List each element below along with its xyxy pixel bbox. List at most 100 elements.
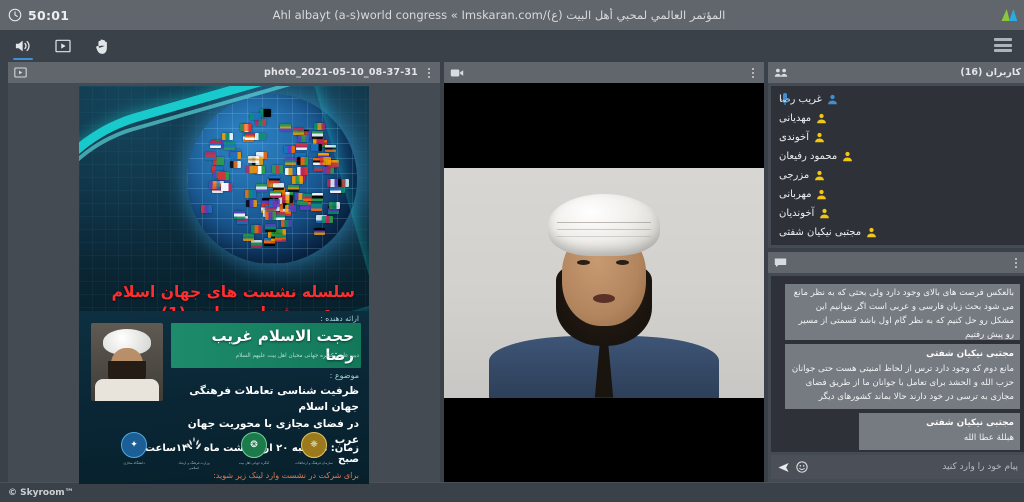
poster-bottom-band: ارائه دهنده : حجت الاسلام غریب رضا دبیر … — [79, 311, 369, 484]
logo-caption: کنگره جهانی اهل بیت — [233, 461, 275, 465]
hamburger-bar — [994, 38, 1012, 41]
speaker-turban — [548, 194, 660, 256]
screen-share-panel: photo_2021-05-10_08-37-31 س — [8, 62, 440, 482]
poster-join-line: برای شرکت در نشست وارد لینک زیر شوید: — [109, 471, 359, 480]
webcam-stream[interactable] — [444, 83, 764, 482]
speaker-eye-right — [616, 260, 629, 265]
share-video-toggle[interactable] — [50, 33, 76, 59]
list-item-label: آخوندی — [779, 132, 809, 143]
webcam-frame — [444, 168, 764, 398]
send-arrow-icon[interactable] — [777, 461, 790, 474]
poster-logo: ❂ کنگره جهانی اهل بیت — [233, 432, 275, 470]
microphone-toggle[interactable] — [10, 33, 36, 59]
screen-share-options-icon[interactable] — [424, 66, 434, 80]
users-panel-header: کاربران (16) — [768, 62, 1024, 83]
list-item-label: مهدیانی — [779, 113, 811, 124]
logo-caption: سازمان فرهنگ و ارتباطات — [293, 461, 335, 465]
poster-logo: وزارت فرهنگ و ارشاد اسلامی — [173, 432, 215, 470]
chat-message-body: بالعکس فرصت های بالای وجود دارد ولی بحثی… — [794, 288, 1014, 340]
video-panel — [444, 62, 764, 482]
user-attendee-icon — [814, 132, 825, 143]
shared-poster-image: سلسله نشست های جهان اسلام در عصر فضای مج… — [79, 86, 369, 484]
top-bar: 50:01 المؤتمر العالمي لمحبي أهل البيت (ع… — [0, 0, 1024, 30]
poster-presenter-subtitle: دبیر علمی کنگره جهانی محبان اهل بیت علیه… — [171, 353, 359, 359]
hamburger-bar — [994, 49, 1012, 52]
user-presenter-icon — [827, 94, 838, 105]
kebab-dot — [1015, 262, 1017, 264]
logo-caption: دانشگاه مجازی — [113, 461, 155, 465]
user-attendee-icon — [816, 113, 827, 124]
chat-message: بالعکس فرصت های بالای وجود دارد ولی بحثی… — [785, 284, 1020, 340]
users-list[interactable]: غریب رضا مهدیانی — [771, 86, 1024, 245]
kebab-dot — [752, 76, 754, 78]
user-attendee-icon — [866, 227, 877, 238]
list-item-label: مزرجی — [779, 170, 809, 181]
poster-presenter-banner: حجت الاسلام غریب رضا — [171, 323, 361, 368]
poster-presenter-portrait — [91, 323, 163, 401]
iran-emblem-icon — [183, 434, 205, 456]
emoji-smiley-icon[interactable] — [796, 461, 808, 473]
list-item[interactable]: مهربانی — [771, 185, 1024, 204]
clock-icon — [8, 8, 22, 22]
chat-input-bar — [771, 455, 1024, 479]
chat-messages-list[interactable]: بالعکس فرصت های بالای وجود دارد ولی بحثی… — [771, 276, 1024, 452]
speaker-icon — [14, 38, 32, 54]
list-item[interactable]: حاج حسین — [771, 242, 1024, 245]
poster-subject-line1: ظرفیت شناسی تعاملات فرهنگی جهان اسلام — [171, 383, 359, 416]
video-camera-icon — [450, 68, 464, 78]
list-item[interactable]: مزرجی — [771, 166, 1024, 185]
list-item-label: آخوندیان — [779, 208, 814, 219]
chat-message: مجتبی نیکیان شفتی مانع دوم که وجود دارد … — [785, 344, 1020, 409]
poster-presenter-label: ارائه دهنده : — [320, 314, 359, 323]
list-item[interactable]: مهدیانی — [771, 109, 1024, 128]
skyroom-logo-icon — [1000, 6, 1018, 24]
poster-subject-label: موضوع : — [330, 371, 359, 380]
list-item[interactable]: مجتبی نیکیان شفتی — [771, 223, 1024, 242]
hamburger-bar — [994, 44, 1012, 47]
speaker-mouth — [593, 294, 615, 303]
timer-value: 50:01 — [28, 8, 69, 23]
screen-share-body: سلسله نشست های جهان اسلام در عصر فضای مج… — [8, 83, 440, 482]
chat-options-icon[interactable] — [1011, 256, 1021, 270]
session-timer: 50:01 — [8, 8, 69, 23]
hamburger-menu-icon[interactable] — [994, 38, 1012, 52]
chat-panel: بالعکس فرصت های بالای وجود دارد ولی بحثی… — [768, 252, 1024, 482]
user-attendee-icon — [842, 151, 853, 162]
logo-congress-icon: ❂ — [241, 432, 267, 458]
raise-hand-toggle[interactable] — [90, 33, 116, 59]
video-panel-options-icon[interactable] — [748, 66, 758, 80]
chat-input[interactable] — [814, 462, 1018, 472]
screen-share-header: photo_2021-05-10_08-37-31 — [8, 62, 440, 83]
play-box-icon — [55, 39, 71, 53]
microphone-active-icon — [779, 92, 791, 106]
screen-share-title: photo_2021-05-10_08-37-31 — [33, 67, 418, 78]
user-attendee-icon — [819, 208, 830, 219]
portrait-body — [95, 379, 159, 401]
screen-share-icon — [14, 67, 27, 78]
list-item[interactable]: آخوندیان — [771, 204, 1024, 223]
chat-bubble-icon — [774, 257, 787, 268]
list-item[interactable]: آخوندی — [771, 128, 1024, 147]
copyright-label: © Skyroom™ — [8, 488, 74, 498]
list-item[interactable]: غریب رضا — [771, 90, 1024, 109]
user-attendee-icon — [816, 189, 827, 200]
kebab-dot — [1015, 258, 1017, 260]
kebab-dot — [752, 72, 754, 74]
users-panel: کاربران (16) غریب رضا — [768, 62, 1024, 248]
list-item-label: مهربانی — [779, 189, 811, 200]
list-item[interactable]: محمود رفیعان — [771, 147, 1024, 166]
speaker-eye-left — [577, 260, 590, 265]
right-column: کاربران (16) غریب رضا — [768, 62, 1024, 482]
poster-logo: ❈ سازمان فرهنگ و ارتباطات — [293, 432, 335, 470]
list-item-label: مجتبی نیکیان شفتی — [779, 227, 861, 238]
kebab-dot — [752, 68, 754, 70]
chat-message-sender: مجتبی نیکیان شفتی — [791, 347, 1014, 361]
bottom-bar: © Skyroom™ — [0, 482, 1024, 502]
kebab-dot — [1015, 266, 1017, 268]
control-toolbar — [0, 30, 1024, 62]
kebab-dot — [428, 72, 430, 74]
chat-message-body: هبللة عطا الله — [964, 433, 1014, 443]
poster-top-band — [79, 86, 369, 311]
room-title: المؤتمر العالمي لمحبي أهل البيت (ع)/Ahl … — [0, 8, 1024, 22]
video-panel-header — [444, 62, 764, 83]
